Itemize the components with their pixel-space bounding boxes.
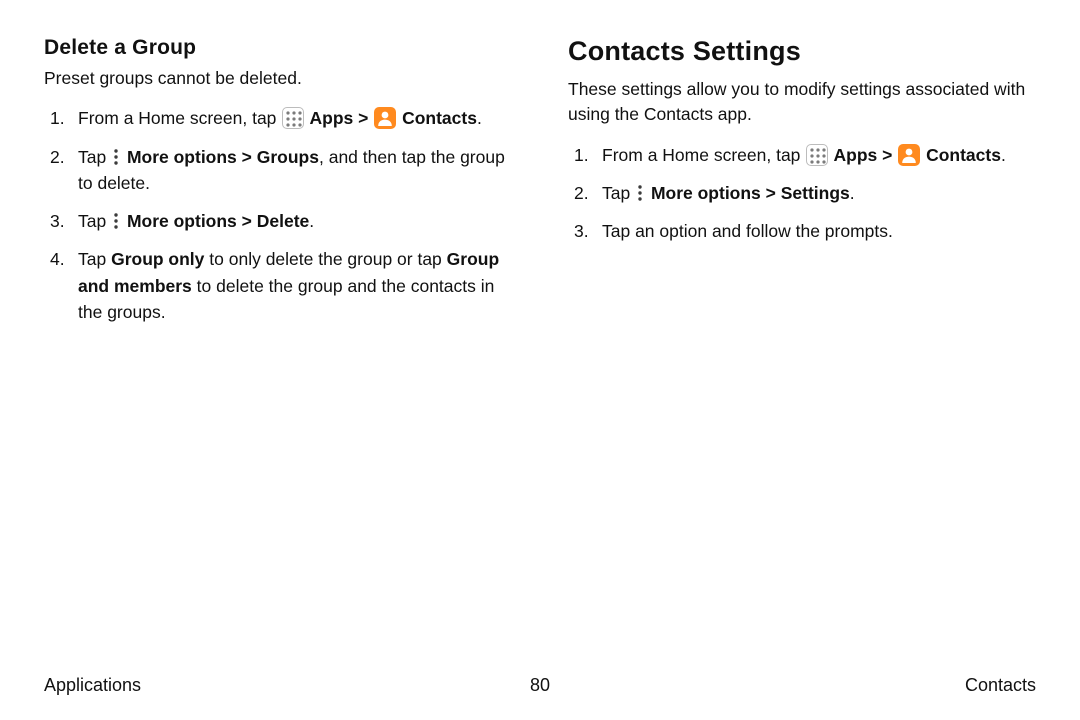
section-delete-group: Delete a Group Preset groups cannot be d… [44,36,512,337]
text: Tap [78,249,111,269]
separator: > [353,108,373,128]
more-options-icon [111,147,121,167]
text: Tap [602,183,635,203]
step-2: Tap More options > Groups, and then tap … [44,144,512,197]
text: . [1001,145,1006,165]
text: From a Home screen, tap [78,108,281,128]
text: Tap an option and follow the prompts. [602,221,893,241]
footer-left: Applications [44,675,141,696]
more-options-icon [635,183,645,203]
label-more-options: More options [122,211,237,231]
steps-contacts-settings: From a Home screen, tap Apps > Contacts.… [568,142,1036,245]
apps-icon [282,107,304,129]
steps-delete-group: From a Home screen, tap Apps > Contacts.… [44,105,512,325]
label-contacts: Contacts [397,108,477,128]
heading-contacts-settings: Contacts Settings [568,36,1036,67]
step-4: Tap Group only to only delete the group … [44,246,512,325]
label-group-only: Group only [111,249,204,269]
section-contacts-settings: Contacts Settings These settings allow y… [568,36,1036,337]
step-2: Tap More options > Settings. [568,180,1036,206]
label-settings: Settings [781,183,850,203]
more-options-icon [111,211,121,231]
page-body: Delete a Group Preset groups cannot be d… [0,0,1080,337]
text: Tap [78,147,111,167]
apps-icon [806,144,828,166]
text: to only delete the group or tap [204,249,446,269]
text: From a Home screen, tap [602,145,805,165]
lead-delete-group: Preset groups cannot be deleted. [44,66,512,91]
label-more-options: More options [122,147,237,167]
separator: > [237,147,257,167]
step-3: Tap an option and follow the prompts. [568,218,1036,244]
label-contacts: Contacts [921,145,1001,165]
text: . [850,183,855,203]
step-3: Tap More options > Delete. [44,208,512,234]
footer-right: Contacts [965,675,1036,696]
label-apps: Apps [305,108,353,128]
footer-page-number: 80 [530,675,550,696]
label-more-options: More options [646,183,761,203]
label-groups: Groups [257,147,319,167]
contacts-icon [374,107,396,129]
step-1: From a Home screen, tap Apps > Contacts. [44,105,512,131]
heading-delete-group: Delete a Group [44,36,512,60]
lead-contacts-settings: These settings allow you to modify setti… [568,77,1036,128]
text: . [477,108,482,128]
text: Tap [78,211,111,231]
separator: > [877,145,897,165]
page-footer: Applications 80 Contacts [0,675,1080,696]
label-delete: Delete [257,211,310,231]
separator: > [237,211,257,231]
step-1: From a Home screen, tap Apps > Contacts. [568,142,1036,168]
text: . [309,211,314,231]
label-apps: Apps [829,145,877,165]
contacts-icon [898,144,920,166]
separator: > [761,183,781,203]
